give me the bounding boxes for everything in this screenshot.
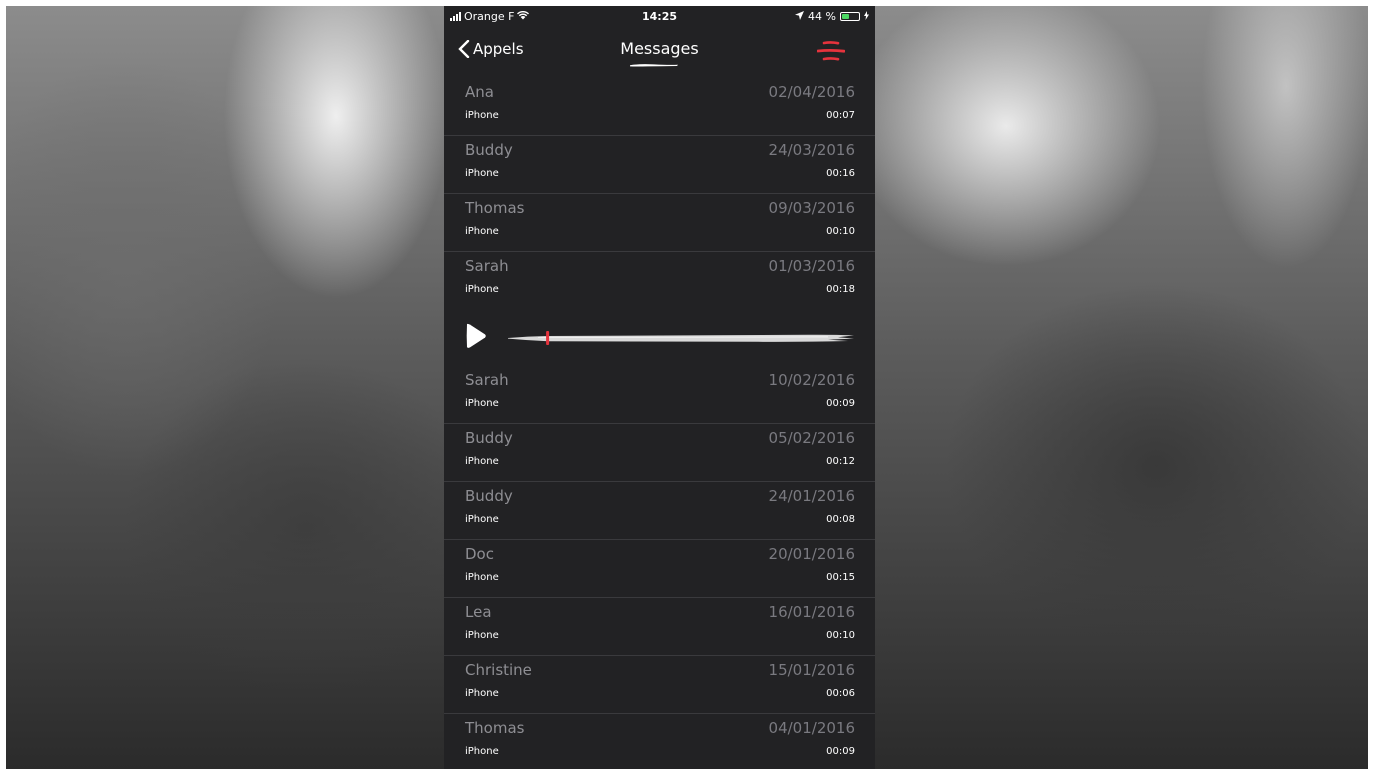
- contact-name: Ana: [465, 83, 494, 101]
- audio-player: [444, 310, 875, 366]
- contact-name: Lea: [465, 603, 492, 621]
- message-date: 16/01/2016: [768, 603, 855, 621]
- list-item[interactable]: Christine 15/01/2016 iPhone 00:06: [444, 656, 875, 714]
- scrubber-track: [508, 334, 854, 342]
- charging-bolt-icon: [864, 10, 869, 23]
- message-source: iPhone: [465, 168, 499, 179]
- status-bar: Orange F 14:25 44 %: [444, 6, 875, 28]
- message-duration: 00:10: [826, 630, 855, 641]
- location-arrow-icon: [795, 10, 805, 23]
- message-duration: 00:10: [826, 226, 855, 237]
- contact-name: Christine: [465, 661, 532, 679]
- battery-percent: 44 %: [808, 10, 836, 23]
- message-duration: 00:09: [826, 746, 855, 757]
- message-date: 05/02/2016: [768, 429, 855, 447]
- contact-name: Buddy: [465, 141, 513, 159]
- message-date: 02/04/2016: [768, 83, 855, 101]
- menu-icon[interactable]: [817, 40, 845, 62]
- message-duration: 00:07: [826, 110, 855, 121]
- message-source: iPhone: [465, 514, 499, 525]
- list-item[interactable]: Buddy 24/03/2016 iPhone 00:16: [444, 136, 875, 194]
- message-list: Ana 02/04/2016 iPhone 00:07 Buddy 24/03/…: [444, 78, 875, 769]
- navigation-bar: Appels Messages: [444, 28, 875, 78]
- list-item[interactable]: Thomas 04/01/2016 iPhone 00:09: [444, 714, 875, 769]
- contact-name: Thomas: [465, 199, 525, 217]
- message-duration: 00:15: [826, 572, 855, 583]
- message-source: iPhone: [465, 398, 499, 409]
- message-date: 24/01/2016: [768, 487, 855, 505]
- message-source: iPhone: [465, 110, 499, 121]
- list-item[interactable]: Thomas 09/03/2016 iPhone 00:10: [444, 194, 875, 252]
- contact-name: Buddy: [465, 487, 513, 505]
- message-date: 01/03/2016: [768, 257, 855, 275]
- message-duration: 00:16: [826, 168, 855, 179]
- play-icon[interactable]: [465, 323, 487, 349]
- contact-name: Sarah: [465, 257, 509, 275]
- message-date: 09/03/2016: [768, 199, 855, 217]
- list-item[interactable]: Doc 20/01/2016 iPhone 00:15: [444, 540, 875, 598]
- message-source: iPhone: [465, 746, 499, 757]
- contact-name: Sarah: [465, 371, 509, 389]
- phone-screen: Orange F 14:25 44 % Appels Messages Ana …: [444, 6, 875, 769]
- message-source: iPhone: [465, 688, 499, 699]
- message-duration: 00:18: [826, 284, 855, 295]
- title-brush-underline: [630, 64, 678, 67]
- message-source: iPhone: [465, 284, 499, 295]
- list-item[interactable]: Ana 02/04/2016 iPhone 00:07: [444, 78, 875, 136]
- battery-fill: [842, 14, 849, 19]
- contact-name: Doc: [465, 545, 494, 563]
- list-item[interactable]: Lea 16/01/2016 iPhone 00:10: [444, 598, 875, 656]
- list-item[interactable]: Buddy 24/01/2016 iPhone 00:08: [444, 482, 875, 540]
- list-item[interactable]: Sarah 10/02/2016 iPhone 00:09: [444, 366, 875, 424]
- message-duration: 00:06: [826, 688, 855, 699]
- message-duration: 00:08: [826, 514, 855, 525]
- message-date: 04/01/2016: [768, 719, 855, 737]
- playhead-marker: [546, 331, 550, 345]
- status-right: 44 %: [795, 10, 869, 23]
- contact-name: Buddy: [465, 429, 513, 447]
- contact-name: Thomas: [465, 719, 525, 737]
- message-duration: 00:09: [826, 398, 855, 409]
- message-source: iPhone: [465, 456, 499, 467]
- message-date: 10/02/2016: [768, 371, 855, 389]
- message-source: iPhone: [465, 572, 499, 583]
- audio-scrubber[interactable]: [508, 330, 854, 346]
- list-item[interactable]: Buddy 05/02/2016 iPhone 00:12: [444, 424, 875, 482]
- message-source: iPhone: [465, 226, 499, 237]
- list-item-selected[interactable]: Sarah 01/03/2016 iPhone 00:18: [444, 252, 875, 310]
- message-source: iPhone: [465, 630, 499, 641]
- page-title: Messages: [620, 39, 699, 58]
- message-date: 15/01/2016: [768, 661, 855, 679]
- message-date: 20/01/2016: [768, 545, 855, 563]
- message-duration: 00:12: [826, 456, 855, 467]
- battery-icon: [840, 12, 860, 21]
- message-date: 24/03/2016: [768, 141, 855, 159]
